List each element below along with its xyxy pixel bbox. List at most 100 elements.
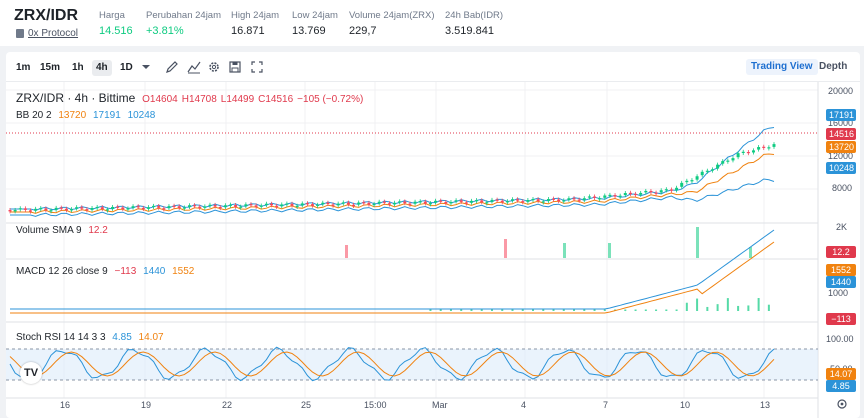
- x-tick: 16: [60, 400, 71, 410]
- price-chart-canvas[interactable]: [6, 82, 860, 418]
- candle-body: [490, 199, 494, 202]
- stat-value: 229,7: [349, 25, 377, 37]
- candle-body: [300, 203, 304, 206]
- candle-body: [757, 147, 761, 150]
- protocol-link[interactable]: 0x Protocol: [16, 28, 78, 39]
- candle-body: [464, 202, 468, 204]
- candle-body: [767, 147, 771, 149]
- candle-body: [577, 199, 581, 201]
- candle-body: [526, 200, 530, 202]
- candle-body: [213, 204, 217, 207]
- candle-body: [475, 200, 479, 202]
- stoch-d-price-box: 14.07: [826, 368, 856, 380]
- timeframe-1m[interactable]: 1m: [12, 60, 34, 76]
- macd-hist-bar: [593, 309, 596, 311]
- macd-hist-bar: [696, 298, 699, 311]
- candle-body: [731, 158, 735, 161]
- candle-body: [146, 207, 150, 209]
- candle-body: [80, 207, 84, 209]
- candle-body: [628, 192, 632, 195]
- candle-body: [418, 201, 422, 203]
- x-tick: 15:00: [364, 400, 387, 410]
- candle-body: [357, 202, 361, 205]
- candle-body: [680, 182, 684, 187]
- timeframe-15m[interactable]: 15m: [36, 60, 64, 76]
- candle-body: [710, 169, 714, 171]
- candle-body: [546, 198, 550, 201]
- candle-body: [49, 210, 53, 212]
- candle-body: [608, 194, 612, 197]
- candle-body: [90, 207, 94, 210]
- save-icon[interactable]: [228, 60, 242, 74]
- candle-body: [377, 201, 381, 204]
- timeframe-4h[interactable]: 4h: [92, 60, 112, 76]
- candle-body: [234, 205, 238, 207]
- candle-body: [726, 160, 730, 162]
- stat-low: Low 24jam 13.769: [292, 10, 338, 37]
- candle-body: [751, 150, 755, 153]
- macd-hist-bar: [726, 298, 729, 311]
- candle-body: [167, 206, 171, 209]
- candle-body: [121, 207, 125, 210]
- candle-body: [669, 189, 673, 191]
- candle-body: [162, 208, 166, 210]
- candle-body: [587, 196, 591, 198]
- candle-body: [562, 200, 566, 202]
- candle-body: [249, 204, 253, 206]
- candle-body: [85, 209, 89, 211]
- candle-body: [218, 206, 222, 209]
- depth-tab[interactable]: Depth: [814, 59, 852, 75]
- y-tick: 100.00: [826, 334, 854, 344]
- stat-change: Perubahan 24jam +3.81%: [146, 10, 221, 37]
- macd-hist-bar: [460, 309, 463, 311]
- candle-body: [44, 208, 48, 211]
- stat-label: Low 24jam: [292, 10, 338, 21]
- macd-line-value: 1440: [143, 266, 166, 277]
- candle-body: [398, 201, 402, 203]
- candle-body: [439, 200, 443, 202]
- stat-label: 24h Bab(IDR): [445, 10, 504, 21]
- candle-body: [623, 193, 627, 196]
- candle-body: [654, 192, 658, 194]
- settings-icon[interactable]: [207, 60, 221, 74]
- macd-hist-bar: [706, 306, 709, 311]
- indicator-icon[interactable]: [187, 60, 201, 74]
- macd-hist-bar: [583, 309, 586, 311]
- timeframe-1h[interactable]: 1h: [68, 60, 88, 76]
- candle-body: [18, 208, 22, 210]
- candle-body: [187, 205, 191, 207]
- tradingview-logo-icon[interactable]: TV: [20, 362, 42, 384]
- candle-body: [203, 206, 207, 208]
- ohlc-open: O14604: [142, 94, 178, 105]
- macd-hist-bar: [716, 304, 719, 311]
- candle-body: [659, 190, 663, 193]
- candle-body: [100, 207, 104, 210]
- macd-hist-bar: [542, 309, 545, 311]
- macd-line-price-box: 1440: [826, 276, 856, 288]
- candle-body: [295, 205, 299, 207]
- fullscreen-icon[interactable]: [250, 60, 264, 74]
- chevron-down-icon[interactable]: [139, 60, 153, 74]
- macd-hist-bar: [573, 309, 576, 311]
- stoch-d-value: 14.07: [138, 332, 164, 343]
- trading-view-tab[interactable]: Trading View: [746, 59, 818, 75]
- chart-panel: 1m 15m 1h 4h 1D Trading View Depth ZRX/I…: [6, 52, 860, 418]
- reset-scale-icon[interactable]: [836, 398, 848, 410]
- macd-hist-bar: [552, 309, 555, 311]
- candle-body: [23, 208, 27, 210]
- candle-body: [341, 202, 345, 204]
- timeframe-1d[interactable]: 1D: [116, 60, 137, 76]
- bollinger-bands: [10, 127, 775, 217]
- candle-body: [531, 198, 535, 201]
- candle-body: [111, 206, 115, 209]
- macd-hist-bar: [521, 309, 524, 311]
- pencil-icon[interactable]: [165, 60, 179, 74]
- bb-basis-value: 13720: [58, 110, 87, 121]
- candle-body: [264, 203, 268, 206]
- macd-hist-bar: [532, 309, 535, 311]
- candle-body: [516, 199, 520, 201]
- candle-body: [64, 208, 68, 211]
- candle-body: [208, 204, 212, 206]
- market-header: ZRX/IDR 0x Protocol Harga 14.516 Perubah…: [0, 0, 864, 46]
- candle-body: [705, 170, 709, 172]
